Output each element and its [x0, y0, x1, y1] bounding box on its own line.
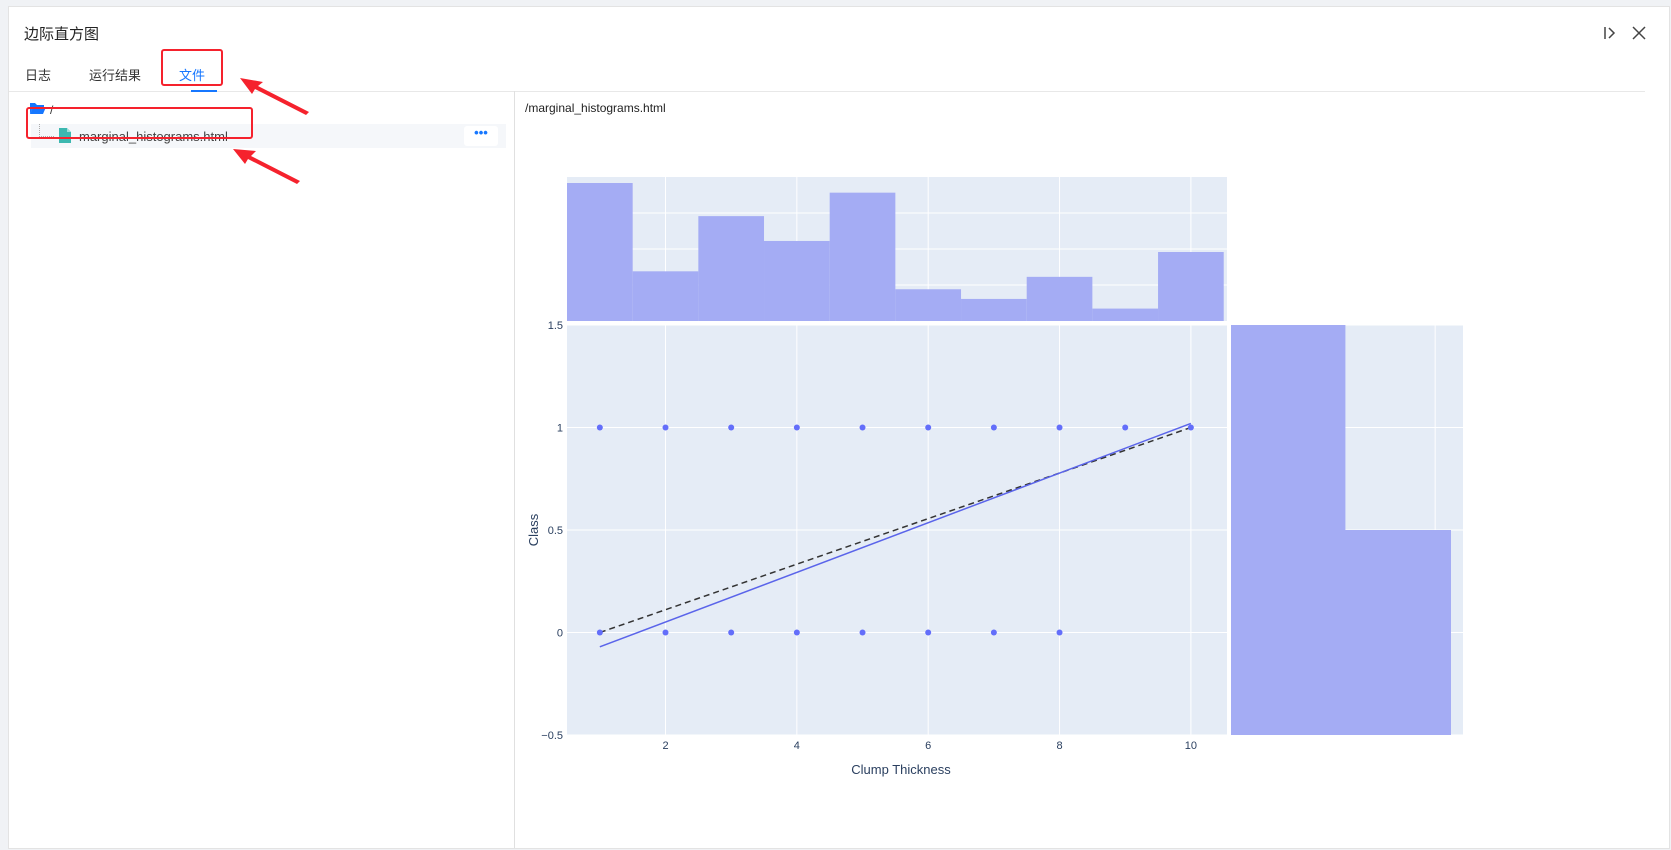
arrow-to-file: [233, 149, 300, 184]
scatter-point: [596, 424, 603, 431]
top-histogram-bar: [895, 289, 962, 321]
scatter-point: [596, 629, 603, 636]
top-histogram-bar: [632, 271, 699, 321]
scatter-point: [793, 424, 800, 431]
top-histogram-bar: [698, 216, 765, 321]
dialog-panel: 边际直方图 日志 运行结果 文件 / marginal_histograms.h…: [8, 6, 1670, 849]
top-histogram-bar: [1092, 308, 1159, 321]
scatter-point: [1056, 424, 1063, 431]
scatter-point: [990, 424, 997, 431]
y-axis-title: Class: [526, 513, 541, 546]
scatter-point: [1187, 424, 1194, 431]
scatter-point: [859, 424, 866, 431]
right-histogram-bar: [1231, 530, 1451, 735]
y-tick-label: 1: [557, 423, 563, 435]
x-tick-label: 6: [925, 740, 931, 752]
top-histogram-bar: [1026, 276, 1093, 321]
arrow-to-tab: [240, 78, 309, 115]
scatter-point: [662, 629, 669, 636]
y-tick-label: 0.5: [548, 525, 563, 537]
scatter-point: [990, 629, 997, 636]
top-histogram-bar: [764, 240, 830, 321]
scatter-point: [662, 424, 669, 431]
file-tree-pane: / marginal_histograms.html •••: [9, 91, 515, 848]
top-histogram-bar: [1158, 252, 1224, 321]
more-actions-button[interactable]: •••: [464, 126, 498, 146]
scatter-point: [1122, 424, 1129, 431]
x-tick-label: 8: [1056, 740, 1062, 752]
x-tick-label: 2: [662, 740, 668, 752]
scatter-point: [925, 424, 932, 431]
annotation-arrows: [233, 78, 309, 184]
x-axis-title: Clump Thickness: [851, 762, 951, 777]
top-histogram-bar: [567, 183, 633, 321]
scatter-point: [1056, 629, 1063, 636]
scatter-point: [859, 629, 866, 636]
right-histogram-bar: [1231, 325, 1346, 530]
close-icon[interactable]: [1631, 25, 1647, 44]
collapse-right-icon[interactable]: [1603, 25, 1617, 44]
preview-pane: /marginal_histograms.html 2 4 6 8 10 −0.5 0 0.5…: [515, 91, 1669, 848]
scatter-point: [793, 629, 800, 636]
header-icons: [1603, 25, 1647, 44]
marginal-histogram-chart: 2 4 6 8 10 −0.5 0 0.5 1 1.5 Clump Thickness Class: [526, 177, 1463, 777]
scatter-point: [925, 629, 932, 636]
scatter-point: [728, 424, 735, 431]
y-tick-label: −0.5: [541, 730, 563, 742]
top-histogram-bar: [961, 298, 1027, 321]
scatter-point: [728, 629, 735, 636]
y-tick-label: 0: [557, 628, 563, 640]
y-tick-label: 1.5: [548, 320, 563, 332]
top-histogram-bar: [829, 192, 896, 321]
x-tick-label: 10: [1185, 740, 1197, 752]
x-tick-label: 4: [794, 740, 800, 752]
